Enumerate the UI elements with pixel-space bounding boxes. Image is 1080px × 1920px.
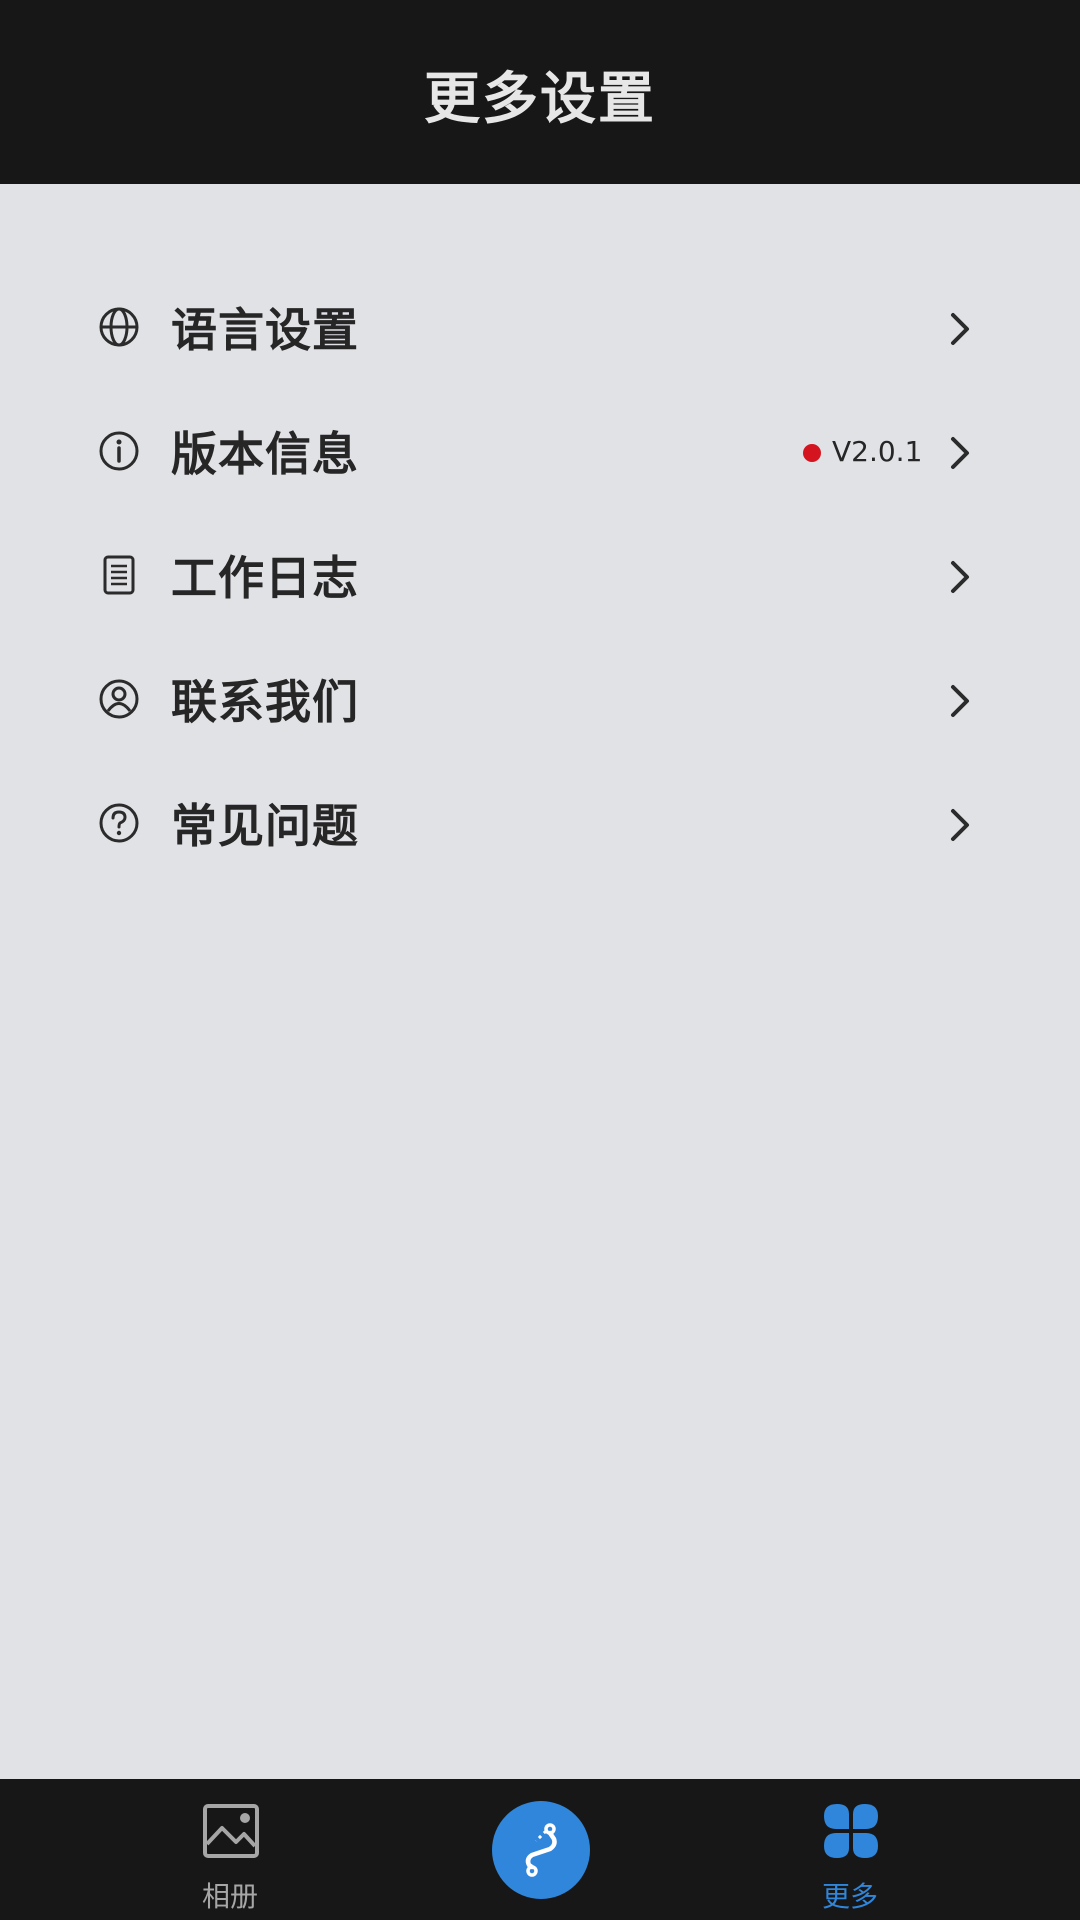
tab-label: 相册 [201, 1880, 258, 1913]
menu-item-label: 版本信息 [171, 427, 359, 481]
menu-item-label: 语言设置 [171, 303, 359, 357]
menu-item-label: 联系我们 [171, 675, 359, 729]
menu-item-label: 工作日志 [171, 551, 359, 605]
tab-more[interactable]: 更多 [800, 1779, 900, 1920]
menu-item-language[interactable]: 语言设置 [0, 265, 1080, 389]
page-title: 更多设置 [424, 66, 656, 132]
settings-menu: 语言设置 版本信息 V2.0.1 工作日志 联系我们 常见问题 [0, 265, 1080, 885]
four-leaf-grid-icon [822, 1802, 880, 1860]
top-bar: 更多设置 [0, 0, 1080, 184]
bottom-tab-bar: 相册 更多 [0, 1779, 1080, 1920]
new-version-dot [803, 444, 821, 462]
chevron-right-icon [948, 559, 972, 595]
route-button[interactable] [492, 1801, 590, 1899]
menu-item-contact-us[interactable]: 联系我们 [0, 637, 1080, 761]
globe-icon [98, 306, 140, 348]
chevron-right-icon [948, 435, 972, 471]
chevron-right-icon [948, 807, 972, 843]
document-list-icon [98, 554, 140, 596]
question-circle-icon [98, 802, 140, 844]
tab-label: 更多 [821, 1880, 878, 1913]
tab-album[interactable]: 相册 [180, 1779, 280, 1920]
version-value: V2.0.1 [832, 434, 923, 468]
chevron-right-icon [948, 683, 972, 719]
chevron-right-icon [948, 311, 972, 347]
route-icon [525, 1823, 557, 1877]
image-icon [202, 1802, 260, 1860]
info-icon [98, 430, 140, 472]
menu-item-faq[interactable]: 常见问题 [0, 761, 1080, 885]
menu-item-version[interactable]: 版本信息 V2.0.1 [0, 389, 1080, 513]
person-circle-icon [98, 678, 140, 720]
menu-item-label: 常见问题 [171, 799, 359, 853]
menu-item-work-log[interactable]: 工作日志 [0, 513, 1080, 637]
